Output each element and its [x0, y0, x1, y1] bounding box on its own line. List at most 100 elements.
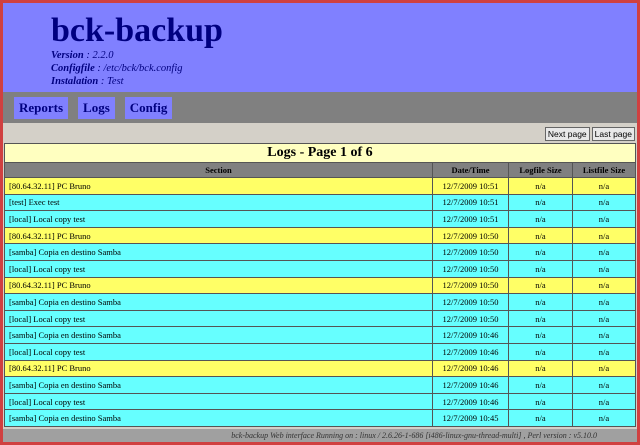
row-logfile-size: n/a [508, 276, 573, 295]
footer: bck-backup Web interface Running on : li… [3, 429, 637, 442]
row-logfile-size: n/a [508, 243, 573, 261]
row-datetime: 12/7/2009 10:51 [432, 193, 509, 212]
row-section: [samba] Copia en destino Samba [4, 409, 433, 427]
row-datetime: 12/7/2009 10:50 [432, 243, 509, 261]
row-section: [samba] Copia en destino Samba [4, 376, 433, 394]
row-logfile-size: n/a [508, 326, 573, 344]
next-page-button[interactable]: Next page [544, 127, 590, 141]
table-row[interactable]: [samba] Copia en destino Samba 12/7/2009 … [4, 376, 636, 394]
row-listfile-size: n/a [572, 276, 636, 295]
row-listfile-size: n/a [572, 326, 636, 344]
row-datetime: 12/7/2009 10:46 [432, 342, 509, 361]
nav-config[interactable]: Config [124, 97, 173, 119]
nav-reports[interactable]: Reports [14, 97, 69, 119]
configfile-value: /etc/bck/bck.config [103, 63, 183, 74]
configfile-line: Configfile : /etc/bck/bck.config [51, 63, 183, 74]
table-row[interactable]: [local] Local copy test 12/7/2009 10:46 n/… [4, 342, 636, 361]
instalation-value: Test [107, 76, 124, 87]
row-section: [local] Local copy test [4, 392, 433, 411]
row-logfile-size: n/a [508, 210, 573, 228]
row-listfile-size: n/a [572, 177, 636, 195]
row-datetime: 12/7/2009 10:46 [432, 376, 509, 394]
row-listfile-size: n/a [572, 359, 636, 378]
row-listfile-size: n/a [572, 392, 636, 411]
row-datetime: 12/7/2009 10:50 [432, 226, 509, 245]
row-section: [samba] Copia en destino Samba [4, 293, 433, 311]
row-section: [local] Local copy test [4, 309, 433, 328]
app-window: bck-backup Version : 2.2.0 Configfile : … [0, 0, 640, 445]
row-section: [80.64.32.11] PC Bruno [4, 177, 433, 195]
table-row[interactable]: [samba] Copia en destino Samba 12/7/2009 … [4, 409, 636, 427]
row-listfile-size: n/a [572, 342, 636, 361]
col-listfile-size: Listfile Size [572, 162, 636, 178]
row-logfile-size: n/a [508, 226, 573, 245]
row-listfile-size: n/a [572, 376, 636, 394]
table-row[interactable]: [samba] Copia en destino Samba 12/7/2009 … [4, 293, 636, 311]
app-title: bck-backup [51, 12, 223, 49]
row-datetime: 12/7/2009 10:50 [432, 293, 509, 311]
row-logfile-size: n/a [508, 259, 573, 278]
instalation-label: Instalation [51, 76, 99, 87]
table-caption: Logs - Page 1 of 6 [4, 143, 636, 163]
row-section: [samba] Copia en destino Samba [4, 243, 433, 261]
row-logfile-size: n/a [508, 376, 573, 394]
row-section: [local] Local copy test [4, 342, 433, 361]
row-logfile-size: n/a [508, 409, 573, 427]
table-row[interactable]: [local] Local copy test 12/7/2009 10:50 n/… [4, 309, 636, 328]
row-logfile-size: n/a [508, 342, 573, 361]
table-row[interactable]: [80.64.32.11] PC Bruno 12/7/2009 10:50 n/a… [4, 226, 636, 245]
row-datetime: 12/7/2009 10:46 [432, 359, 509, 378]
row-listfile-size: n/a [572, 193, 636, 212]
row-section: [samba] Copia en destino Samba [4, 326, 433, 344]
row-datetime: 12/7/2009 10:50 [432, 276, 509, 295]
row-datetime: 12/7/2009 10:46 [432, 326, 509, 344]
table-row[interactable]: [test] Exec test 12/7/2009 10:51 n/a n/a [4, 193, 636, 212]
col-section: Section [4, 162, 433, 178]
row-section: [local] Local copy test [4, 259, 433, 278]
row-datetime: 12/7/2009 10:50 [432, 259, 509, 278]
nav-logs[interactable]: Logs [78, 97, 115, 119]
row-logfile-size: n/a [508, 293, 573, 311]
row-listfile-size: n/a [572, 259, 636, 278]
col-datetime: Date/Time [432, 162, 509, 178]
table-row[interactable]: [samba] Copia en destino Samba 12/7/2009 … [4, 326, 636, 344]
row-datetime: 12/7/2009 10:45 [432, 409, 509, 427]
logs-table: Logs - Page 1 of 6 Section Date/Time Log… [4, 143, 636, 427]
row-datetime: 12/7/2009 10:46 [432, 392, 509, 411]
table-row[interactable]: [80.64.32.11] PC Bruno 12/7/2009 10:50 n/a… [4, 276, 636, 295]
row-listfile-size: n/a [572, 309, 636, 328]
row-section: [80.64.32.11] PC Bruno [4, 359, 433, 378]
version-label: Version [51, 50, 84, 61]
row-logfile-size: n/a [508, 392, 573, 411]
row-listfile-size: n/a [572, 293, 636, 311]
row-listfile-size: n/a [572, 226, 636, 245]
table-row[interactable]: [local] Local copy test 12/7/2009 10:50 n/… [4, 259, 636, 278]
table-row[interactable]: [local] Local copy test 12/7/2009 10:46 n/… [4, 392, 636, 411]
nav-bar: Reports Logs Config [3, 92, 637, 123]
row-section: [80.64.32.11] PC Bruno [4, 226, 433, 245]
configfile-label: Configfile [51, 63, 95, 74]
table-row[interactable]: [80.64.32.11] PC Bruno 12/7/2009 10:46 n/a… [4, 359, 636, 378]
row-datetime: 12/7/2009 10:50 [432, 309, 509, 328]
row-logfile-size: n/a [508, 177, 573, 195]
row-logfile-size: n/a [508, 309, 573, 328]
row-section: [80.64.32.11] PC Bruno [4, 276, 433, 295]
row-section: [test] Exec test [4, 193, 433, 212]
row-listfile-size: n/a [572, 210, 636, 228]
row-section: [local] Local copy test [4, 210, 433, 228]
table-row[interactable]: [samba] Copia en destino Samba 12/7/2009 … [4, 243, 636, 261]
row-logfile-size: n/a [508, 359, 573, 378]
version-line: Version : 2.2.0 [51, 50, 114, 61]
pager: Next page Last page [3, 123, 637, 143]
instalation-line: Instalation : Test [51, 76, 124, 87]
table-row[interactable]: [local] Local copy test 12/7/2009 10:51 n/… [4, 210, 636, 228]
row-datetime: 12/7/2009 10:51 [432, 210, 509, 228]
row-datetime: 12/7/2009 10:51 [432, 177, 509, 195]
col-logfile-size: Logfile Size [508, 162, 573, 178]
table-row[interactable]: [80.64.32.11] PC Bruno 12/7/2009 10:51 n/a… [4, 177, 636, 195]
version-value: 2.2.0 [92, 50, 114, 61]
row-listfile-size: n/a [572, 409, 636, 427]
row-listfile-size: n/a [572, 243, 636, 261]
header: bck-backup Version : 2.2.0 Configfile : … [3, 3, 637, 92]
last-page-button[interactable]: Last page [591, 127, 635, 141]
